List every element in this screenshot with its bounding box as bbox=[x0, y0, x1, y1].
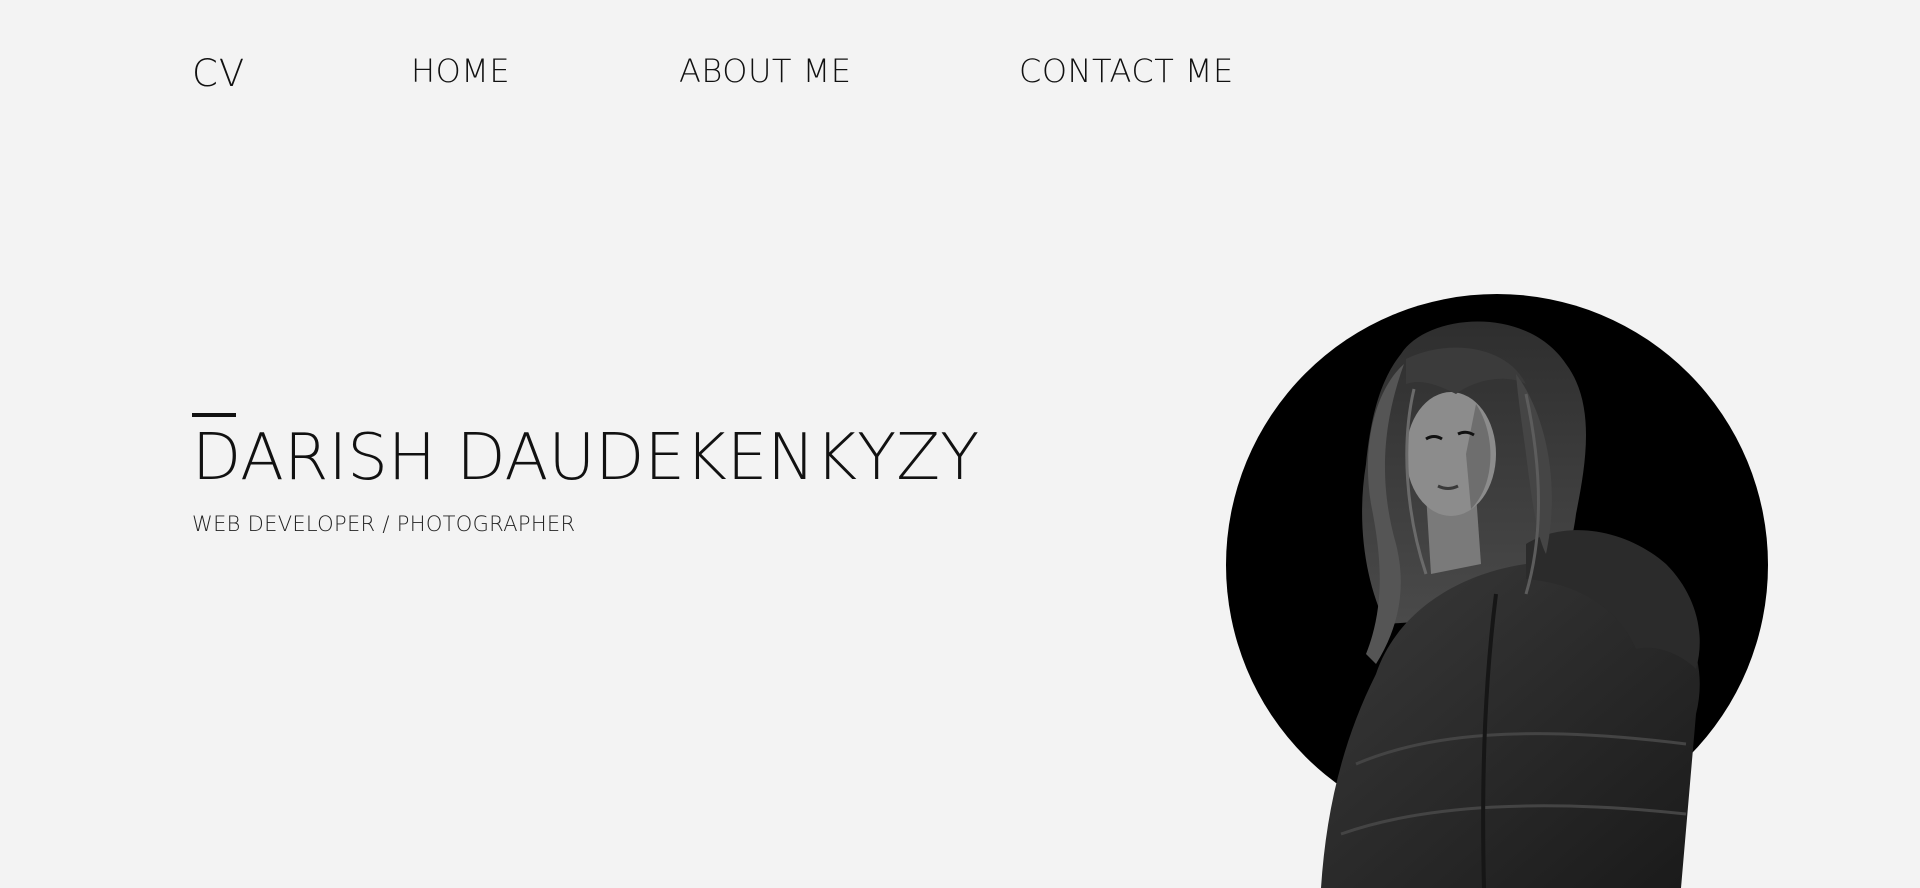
nav-contact-me[interactable]: CONTACT ME bbox=[1019, 52, 1234, 90]
hero-role: WEB DEVELOPER / PHOTOGRAPHER bbox=[192, 512, 576, 536]
nav-home[interactable]: HOME bbox=[411, 52, 510, 90]
portrait-illustration bbox=[1226, 294, 1768, 888]
hero-name: DARISH DAUDEKENKYZY bbox=[192, 421, 980, 495]
portrait-photo bbox=[1226, 294, 1770, 888]
page: CV HOME ABOUT ME CONTACT ME DARISH DAUDE… bbox=[0, 0, 1920, 888]
logo[interactable]: CV bbox=[192, 52, 245, 95]
accent-bar bbox=[192, 413, 236, 417]
nav-about-me[interactable]: ABOUT ME bbox=[679, 52, 851, 90]
